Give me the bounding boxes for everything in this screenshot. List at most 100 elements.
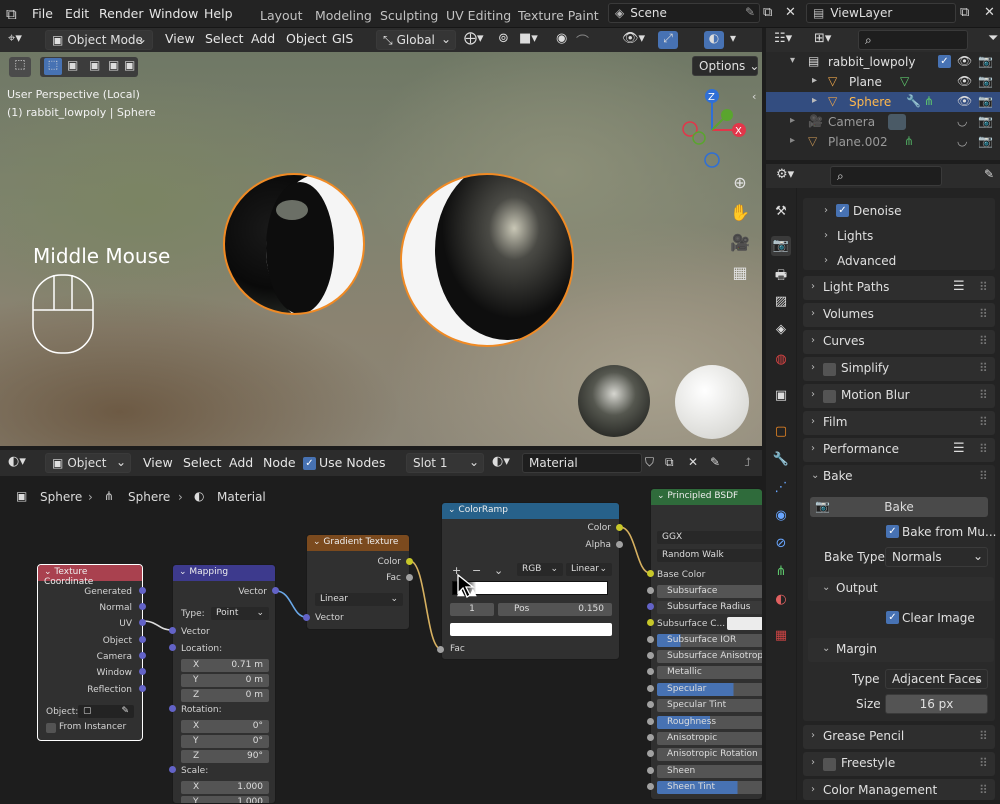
subsurface-field[interactable]: Subsurface	[657, 585, 762, 598]
tab-layout[interactable]: Layout	[260, 8, 303, 23]
outliner-row[interactable]: ▸ 🎥 Camera ◡ 📷	[766, 112, 1000, 132]
mapping-type-dropdown[interactable]: Point ⌄	[211, 607, 269, 620]
node-principled-bsdf[interactable]: ⌄ Principled BSDF GGX Random Walk Base C…	[650, 488, 762, 800]
display-mode-icon[interactable]: ⊞▾	[814, 31, 831, 46]
panel-volumes[interactable]: › Volumes ⠿	[803, 303, 995, 327]
pin-icon[interactable]: ✎	[710, 455, 720, 469]
select-invert-icon[interactable]: ▣	[108, 58, 119, 72]
pivot-icon[interactable]: ⨁▾	[464, 31, 484, 46]
bake-button[interactable]: 📷 Bake	[810, 497, 988, 517]
color-mode-dropdown[interactable]: RGB ⌄	[517, 563, 563, 576]
freestyle-checkbox[interactable]	[823, 758, 836, 771]
delete-viewlayer-icon[interactable]: ✕	[984, 5, 995, 20]
physics-tab-icon[interactable]: ◉	[771, 506, 791, 526]
sidebar-toggle-icon[interactable]: ‹	[752, 90, 756, 103]
outliner-editor-icon[interactable]: ☷▾	[774, 31, 792, 46]
clear-image-label[interactable]: Clear Image	[902, 611, 975, 625]
input-socket[interactable]	[303, 614, 310, 621]
subsurface-radius-field[interactable]: Subsurface Radius	[657, 601, 762, 614]
visibility-icon[interactable]: 👁▾	[622, 31, 645, 46]
input-socket[interactable]	[169, 766, 176, 773]
collapse-icon[interactable]: ›	[824, 205, 828, 216]
specular-tint-field[interactable]: Specular Tint	[657, 699, 762, 712]
panel-grease-pencil[interactable]: › Grease Pencil ⠿	[803, 725, 995, 749]
rotation-y-field[interactable]: Y 0°	[181, 735, 269, 748]
subsurface-method-dropdown[interactable]: Random Walk	[657, 549, 762, 562]
vp-menu-object[interactable]: Object	[286, 31, 327, 46]
drag-handle-icon[interactable]: ⠿	[979, 361, 988, 375]
world-tab-icon[interactable]: ◍	[771, 350, 791, 370]
input-socket[interactable]	[647, 570, 654, 577]
location-y-field[interactable]: Y0 m	[181, 674, 269, 687]
stop-color-swatch[interactable]	[450, 623, 612, 636]
overlay-dropdown-icon[interactable]: ▾	[730, 31, 736, 45]
drag-handle-icon[interactable]: ⠿	[979, 442, 988, 456]
data-tab-icon[interactable]: ⋔	[771, 562, 791, 582]
new-scene-icon[interactable]: ⧉	[763, 5, 772, 20]
collection-tab-icon[interactable]: ▣	[771, 386, 791, 406]
panel-motion-blur[interactable]: › Motion Blur ⠿	[803, 384, 995, 408]
clear-image-checkbox[interactable]: ✓	[886, 611, 899, 624]
drag-handle-icon[interactable]: ⠿	[979, 469, 988, 483]
snap-icon[interactable]: ⊚	[498, 31, 509, 46]
simplify-checkbox[interactable]	[823, 363, 836, 376]
node-menu-add[interactable]: Add	[229, 455, 253, 470]
camera-render-icon[interactable]: 📷	[978, 54, 993, 68]
use-nodes-label[interactable]: Use Nodes	[319, 455, 385, 470]
material-browse-icon[interactable]: ◐▾	[492, 454, 510, 469]
input-socket[interactable]	[647, 685, 654, 692]
input-socket[interactable]	[647, 767, 654, 774]
menu-window[interactable]: Window	[149, 6, 198, 21]
input-socket[interactable]	[437, 646, 444, 653]
blender-logo-icon[interactable]: ⧉	[6, 5, 17, 23]
exclude-checkbox[interactable]: ✓	[938, 55, 951, 68]
drag-handle-icon[interactable]: ⠿	[979, 334, 988, 348]
menu-render[interactable]: Render	[99, 6, 144, 21]
interpolation-dropdown[interactable]: Linear ⌄	[566, 563, 612, 576]
denoise-checkbox[interactable]: ✓	[836, 204, 849, 217]
output-socket[interactable]	[272, 587, 279, 594]
pin-icon[interactable]: ✎	[745, 5, 755, 19]
drag-handle-icon[interactable]: ⠿	[979, 280, 988, 294]
collapse-icon[interactable]: ›	[824, 255, 828, 266]
eye-icon[interactable]: 👁	[957, 74, 972, 88]
overlay-toggle-icon[interactable]: ◐	[704, 31, 724, 49]
panel-light-paths[interactable]: › Light Paths ☰ ⠿	[803, 276, 995, 300]
output-socket[interactable]	[139, 636, 146, 643]
subsurface-ior-field[interactable]: Subsurface IOR	[657, 634, 762, 647]
advanced-label[interactable]: Advanced	[837, 254, 896, 268]
input-socket[interactable]	[647, 652, 654, 659]
drag-handle-icon[interactable]: ⠿	[979, 756, 988, 770]
node-menu-view[interactable]: View	[143, 455, 173, 470]
roughness-field[interactable]: Roughness	[657, 716, 762, 729]
eye-closed-icon[interactable]: ◡	[957, 114, 967, 128]
output-socket[interactable]	[139, 587, 146, 594]
output-socket[interactable]	[616, 524, 623, 531]
margin-size-field[interactable]: 16 px	[885, 694, 988, 714]
pin-icon[interactable]: ✎	[984, 167, 994, 181]
distribution-dropdown[interactable]: GGX	[657, 531, 762, 544]
gizmo-toggle-icon[interactable]: ⤢	[658, 31, 678, 49]
node-texture-coordinate[interactable]: ⌄ Texture Coordinate Generated Normal UV…	[37, 564, 143, 741]
rotation-x-field[interactable]: X 0°	[181, 720, 269, 733]
input-socket[interactable]	[169, 705, 176, 712]
viewlayer-selector[interactable]: ▤ ViewLayer	[806, 3, 956, 23]
ramp-menu-button[interactable]: ⌄	[494, 564, 503, 577]
sphere-left[interactable]	[220, 170, 370, 318]
denoise-label[interactable]: Denoise	[853, 204, 902, 218]
camera-view-icon[interactable]: 🎥	[727, 230, 753, 256]
scene-tab-icon[interactable]: ◈	[771, 320, 791, 340]
input-socket[interactable]	[647, 701, 654, 708]
drag-handle-icon[interactable]: ⠿	[979, 307, 988, 321]
input-socket[interactable]	[647, 619, 654, 626]
input-socket[interactable]	[647, 603, 654, 610]
menu-file[interactable]: File	[32, 6, 53, 21]
delete-scene-icon[interactable]: ✕	[785, 5, 796, 20]
gradient-type-dropdown[interactable]: Linear ⌄	[315, 593, 403, 606]
panel-freestyle[interactable]: › Freestyle ⠿	[803, 752, 995, 776]
select-extend-icon[interactable]: ▣	[67, 58, 78, 72]
presets-list-icon[interactable]: ☰	[953, 441, 965, 456]
collapse-icon[interactable]: ›	[824, 230, 828, 241]
outliner-search-input[interactable]: ⌕	[858, 30, 968, 50]
expanded-chevron-icon[interactable]: ⌄	[811, 470, 819, 481]
